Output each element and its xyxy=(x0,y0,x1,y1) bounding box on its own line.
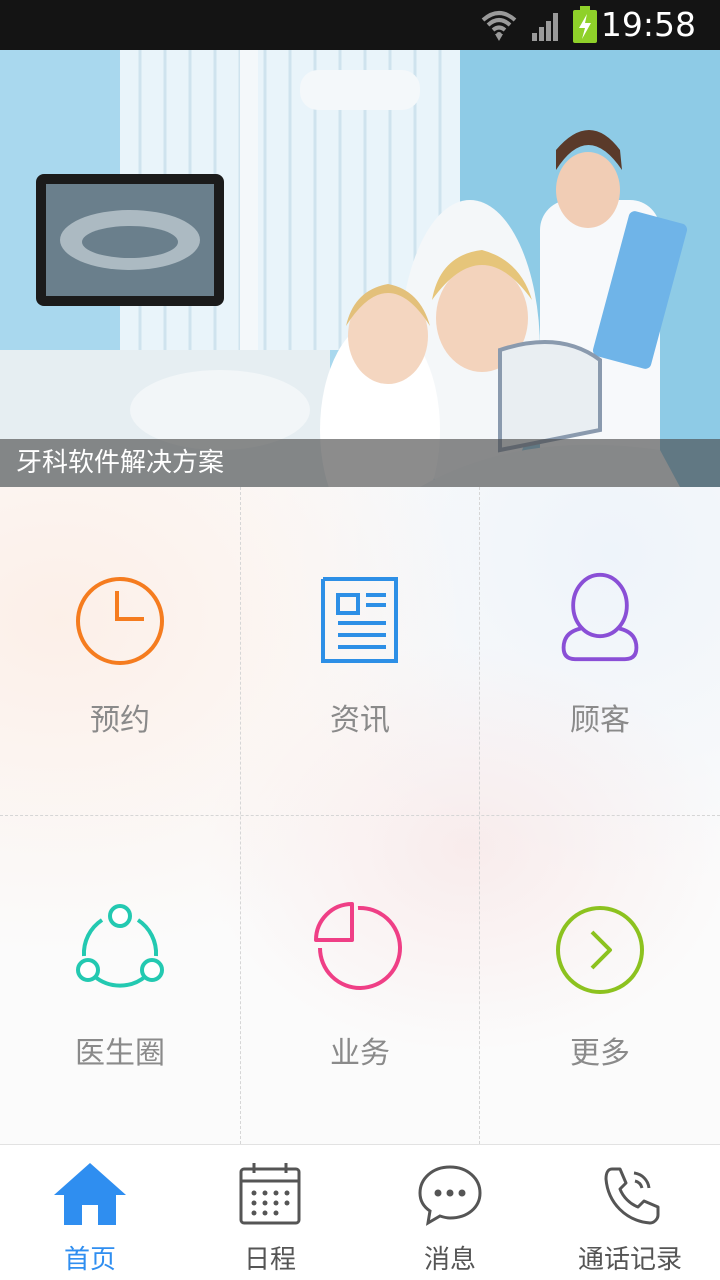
app-screen: 19:58 牙科软件解决方案 预约 资讯 顾客 医生圈 业务 更多 首页 日程 … xyxy=(0,0,720,1280)
feature-grid: 预约 资讯 顾客 医生圈 业务 更多 xyxy=(0,487,720,1144)
news-icon xyxy=(321,577,398,663)
grid-item-label: 业务 xyxy=(330,1036,390,1071)
dental-clinic-photo xyxy=(0,50,720,487)
grid-item-news[interactable]: 资讯 xyxy=(240,487,480,815)
phone-icon xyxy=(604,1167,660,1225)
battery-charging-icon xyxy=(573,6,597,43)
tab-schedule[interactable]: 日程 xyxy=(180,1145,360,1280)
tab-label: 首页 xyxy=(63,1245,116,1275)
share-circle-icon xyxy=(76,904,164,988)
chat-bubble-icon xyxy=(418,1165,482,1226)
grid-item-label: 医生圈 xyxy=(75,1036,165,1071)
banner-caption: 牙科软件解决方案 xyxy=(0,439,720,487)
grid-item-more[interactable]: 更多 xyxy=(480,816,720,1144)
tab-label: 消息 xyxy=(423,1245,476,1275)
status-bar: 19:58 xyxy=(0,0,720,50)
grid-item-label: 更多 xyxy=(570,1036,630,1071)
bottom-tab-bar: 首页 日程 消息 通话记录 xyxy=(0,1144,720,1280)
tab-home[interactable]: 首页 xyxy=(0,1145,180,1280)
wifi-icon xyxy=(481,11,517,41)
grid-item-label: 预约 xyxy=(90,703,150,738)
grid-item-appointment[interactable]: 预约 xyxy=(0,487,240,815)
person-icon xyxy=(561,572,639,662)
grid-item-label: 顾客 xyxy=(570,703,630,738)
banner-image[interactable]: 牙科软件解决方案 xyxy=(0,50,720,487)
tab-label: 通话记录 xyxy=(577,1245,682,1275)
tab-label: 日程 xyxy=(243,1245,296,1275)
grid-item-business[interactable]: 业务 xyxy=(240,816,480,1144)
tab-call-log[interactable]: 通话记录 xyxy=(540,1145,720,1280)
banner-caption-text: 牙科软件解决方案 xyxy=(16,448,225,478)
grid-item-doctor-circle[interactable]: 医生圈 xyxy=(0,816,240,1144)
tab-messages[interactable]: 消息 xyxy=(360,1145,540,1280)
chevron-right-circle-icon xyxy=(556,906,644,994)
grid-item-label: 资讯 xyxy=(330,703,390,738)
signal-icon xyxy=(532,13,558,41)
calendar-icon xyxy=(239,1163,301,1225)
clock-icon xyxy=(76,577,164,665)
status-time: 19:58 xyxy=(600,5,696,44)
home-icon xyxy=(54,1163,126,1225)
grid-item-customers[interactable]: 顾客 xyxy=(480,487,720,815)
pie-chart-icon xyxy=(314,902,402,990)
